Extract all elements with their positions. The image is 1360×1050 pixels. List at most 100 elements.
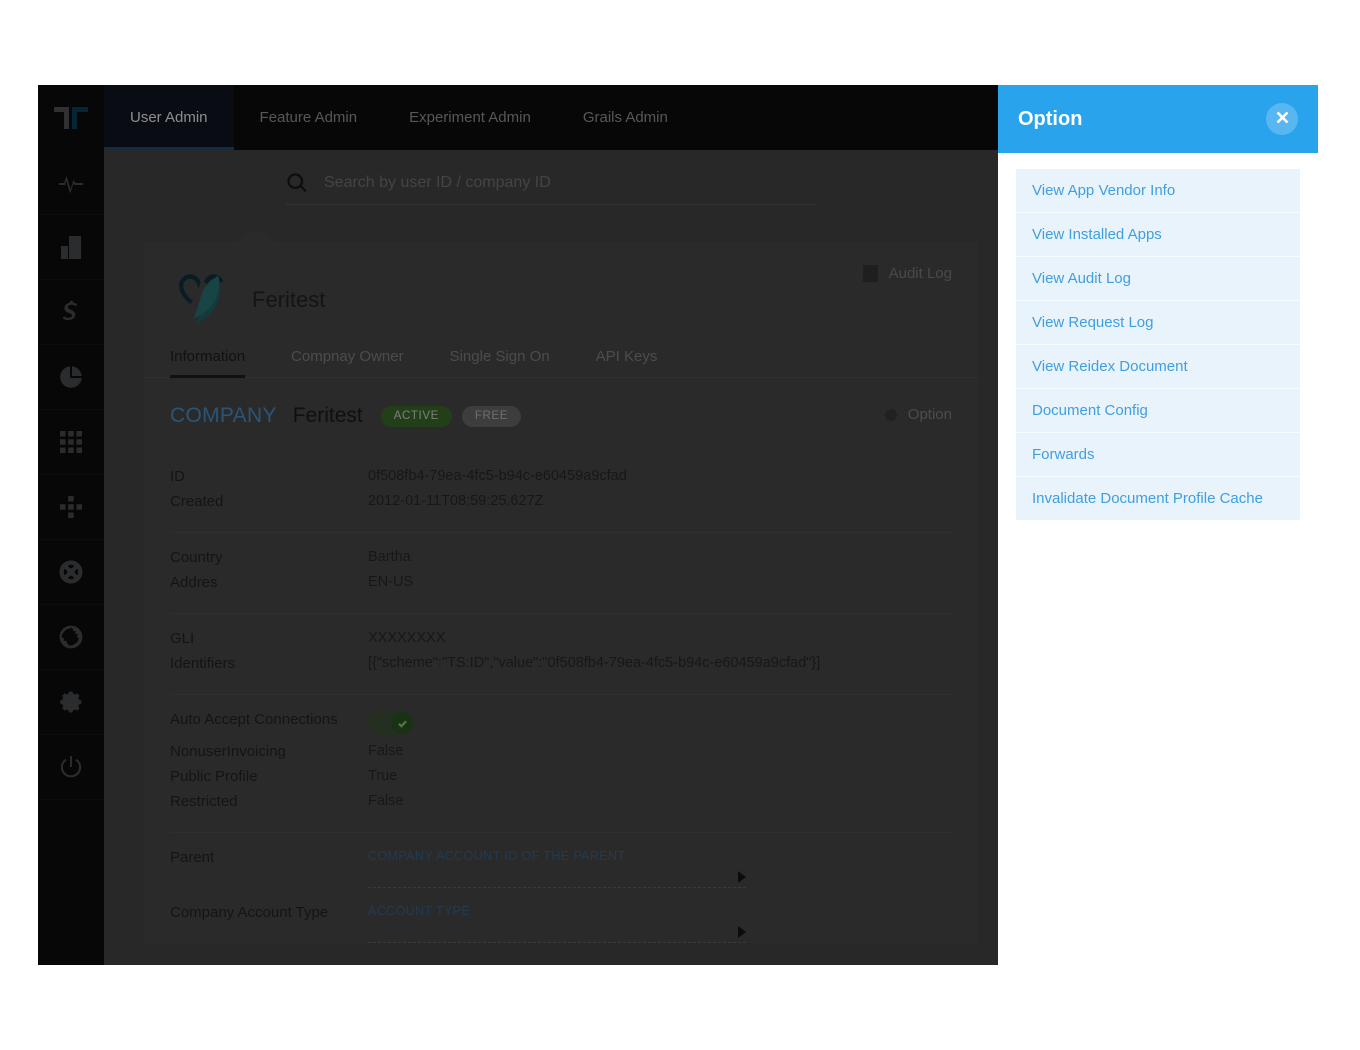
- globe-icon: [58, 624, 84, 650]
- option-item-view-reidex-document[interactable]: View Reidex Document: [1016, 345, 1300, 389]
- field-label: Identifiers: [170, 655, 236, 672]
- option-item-view-installed-apps[interactable]: View Installed Apps: [1016, 213, 1300, 257]
- field-value: XXXXXXXX: [368, 630, 446, 646]
- field-row-public-profile: Public Profile True: [170, 764, 952, 789]
- option-menu: View App Vendor Info View Installed Apps…: [998, 153, 1318, 538]
- option-item-invalidate-document-profile-cache[interactable]: Invalidate Document Profile Cache: [1016, 477, 1300, 520]
- sidebar-item-activity[interactable]: [38, 150, 104, 215]
- nav-tab-label: Feature Admin: [259, 109, 358, 126]
- sidebar-item-global[interactable]: [38, 605, 104, 670]
- option-panel-header: Option: [998, 85, 1318, 153]
- sidebar-item-settings[interactable]: [38, 670, 104, 735]
- sidebar-item-companies[interactable]: [38, 215, 104, 280]
- nav-tab-label: Grails Admin: [582, 109, 668, 126]
- company-card: Feritest Audit Log Information Compnay O…: [144, 242, 978, 943]
- card-tab-label: Compnay Owner: [291, 348, 404, 365]
- status-badge-active: ACTIVE: [380, 405, 452, 427]
- select-underline: [368, 887, 746, 888]
- company-card-tabs: Information Compnay Owner Single Sign On…: [144, 340, 978, 378]
- app-logo[interactable]: [38, 85, 104, 150]
- company-identity: Feritest: [170, 260, 952, 340]
- nav-tab-feature-admin[interactable]: Feature Admin: [234, 85, 384, 150]
- field-row-created: Created 2012-01-11T08:59:25.627Z: [170, 489, 952, 514]
- tab-information[interactable]: Information: [170, 340, 246, 378]
- close-x-icon: [1275, 110, 1290, 128]
- nav-tab-experiment-admin[interactable]: Experiment Admin: [383, 85, 557, 150]
- tab-single-sign-on[interactable]: Single Sign On: [450, 340, 550, 377]
- field-row-nonuser-invoicing: NonuserInvoicing False: [170, 739, 952, 764]
- gear-icon: [883, 407, 899, 423]
- card-pointer-triangle: [238, 228, 274, 242]
- field-label: Company Account Type: [170, 904, 329, 921]
- sidebar-item-connections[interactable]: [38, 280, 104, 345]
- tab-api-keys[interactable]: API Keys: [596, 340, 658, 377]
- document-lines-icon: [862, 264, 879, 283]
- option-item-view-request-log[interactable]: View Request Log: [1016, 301, 1300, 345]
- sidebar-item-support[interactable]: [38, 540, 104, 605]
- details-list: ID 0f508fb4-79ea-4fc5-b94c-e60459a9cfad …: [144, 438, 978, 943]
- search-row: [104, 150, 998, 230]
- pie-chart-icon: [58, 364, 84, 390]
- activity-pulse-icon: [58, 169, 84, 195]
- link-chain-icon: [58, 299, 85, 326]
- field-label: Created: [170, 493, 224, 510]
- field-row-address: Addres EN-US: [170, 570, 952, 595]
- field-label: NonuserInvoicing: [170, 743, 286, 760]
- building-icon: [58, 234, 84, 260]
- option-panel: Option View App Vendor Info View Install…: [998, 85, 1318, 538]
- field-group-flags: Auto Accept Connections NonuserInvoicing…: [170, 695, 952, 833]
- top-navigation: User Admin Feature Admin Experiment Admi…: [104, 85, 998, 150]
- app-window: User Admin Feature Admin Experiment Admi…: [38, 85, 998, 965]
- nav-tab-label: Experiment Admin: [409, 109, 531, 126]
- company-name: Feritest: [252, 287, 326, 312]
- field-value: Bartha: [368, 549, 411, 565]
- field-row-parent: Parent COMPANY ACCOUNT ID OF THE PARENT: [170, 833, 952, 888]
- card-tab-label: Single Sign On: [449, 348, 550, 365]
- field-group-identifiers: GLI XXXXXXXX Identifiers [{"scheme":"TS:…: [170, 614, 952, 695]
- option-panel-title: Option: [1018, 107, 1083, 130]
- nav-tab-grails-admin[interactable]: Grails Admin: [557, 85, 694, 150]
- field-value: False: [368, 743, 404, 759]
- search-icon: [286, 172, 308, 194]
- option-item-view-audit-log[interactable]: View Audit Log: [1016, 257, 1300, 301]
- field-label: Parent: [170, 849, 215, 866]
- parent-select[interactable]: COMPANY ACCOUNT ID OF THE PARENT: [368, 849, 746, 888]
- close-button[interactable]: [1266, 103, 1298, 135]
- sidebar-item-apps[interactable]: [38, 410, 104, 475]
- field-label: ID: [170, 468, 185, 485]
- auto-accept-connections-toggle[interactable]: [368, 711, 414, 735]
- company-account-type-select[interactable]: ACCOUNT TYPE: [368, 904, 746, 943]
- option-item-view-app-vendor-info[interactable]: View App Vendor Info: [1016, 169, 1300, 213]
- nav-tab-user-admin[interactable]: User Admin: [104, 85, 234, 150]
- audit-log-button[interactable]: Audit Log: [862, 264, 952, 283]
- option-item-document-config[interactable]: Document Config: [1016, 389, 1300, 433]
- field-group-identity: ID 0f508fb4-79ea-4fc5-b94c-e60459a9cfad …: [170, 452, 952, 533]
- sidebar-item-reports[interactable]: [38, 345, 104, 410]
- left-icon-rail: [38, 85, 104, 965]
- field-row-restricted: Restricted False: [170, 789, 952, 814]
- field-value: [{"scheme":"TS:ID","value":"0f508fb4-79e…: [368, 655, 821, 671]
- main-content: Feritest Audit Log Information Compnay O…: [104, 150, 998, 965]
- sidebar-item-logout[interactable]: [38, 735, 104, 800]
- search-bar[interactable]: [286, 172, 816, 205]
- search-input[interactable]: [322, 173, 816, 193]
- chevron-right-icon: [738, 926, 746, 938]
- option-item-forwards[interactable]: Forwards: [1016, 433, 1300, 477]
- option-button[interactable]: Option: [883, 406, 952, 423]
- field-label: Addres: [170, 574, 218, 591]
- field-label: Public Profile: [170, 768, 258, 785]
- parent-select-caption: COMPANY ACCOUNT ID OF THE PARENT: [368, 849, 626, 863]
- nav-tab-label: User Admin: [130, 109, 208, 126]
- field-label: Auto Accept Connections: [170, 711, 338, 728]
- field-value: 2012-01-11T08:59:25.627Z: [368, 493, 544, 509]
- field-row-id: ID 0f508fb4-79ea-4fc5-b94c-e60459a9cfad: [170, 464, 952, 489]
- field-value: 0f508fb4-79ea-4fc5-b94c-e60459a9cfad: [368, 468, 627, 484]
- sidebar-item-addons[interactable]: [38, 475, 104, 540]
- heart-leaf-logo: [170, 267, 234, 333]
- option-button-label: Option: [907, 406, 952, 423]
- audit-log-label: Audit Log: [888, 265, 952, 282]
- status-badge-plan: FREE: [461, 405, 521, 427]
- tab-company-owner[interactable]: Compnay Owner: [291, 340, 404, 377]
- field-label: Country: [170, 549, 223, 566]
- field-value: False: [368, 793, 404, 809]
